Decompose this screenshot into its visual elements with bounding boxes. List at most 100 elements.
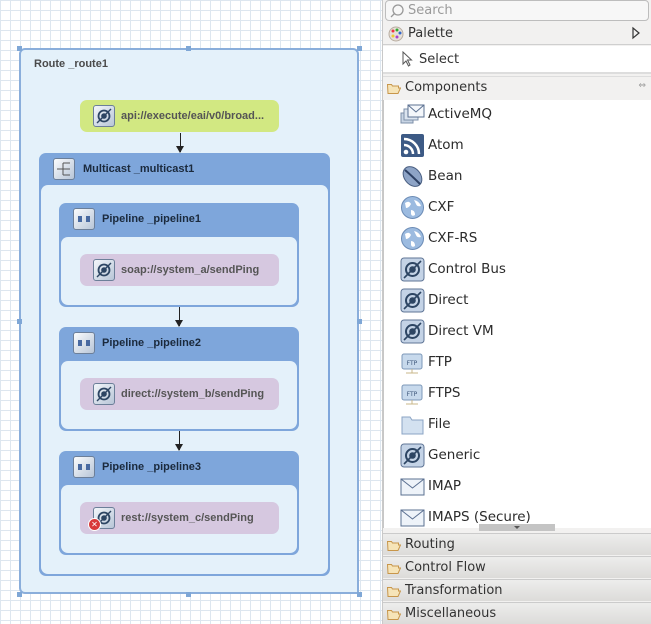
palette-item-control-bus[interactable]: Control Bus	[400, 255, 506, 283]
endpoint-icon	[400, 257, 425, 282]
pipeline-title: Pipeline _pipeline1	[102, 213, 202, 225]
drawer-label: Routing	[405, 537, 455, 552]
connection-arrow[interactable]	[175, 307, 183, 327]
folder-icon	[386, 586, 402, 597]
palette-item-label: Generic	[428, 447, 481, 463]
palette-item-label: IMAPS (Secure)	[428, 509, 531, 525]
pipeline-icon	[73, 456, 95, 478]
resize-handle[interactable]	[17, 592, 22, 597]
endpoint-icon	[400, 288, 425, 313]
palette-item-label: Direct VM	[428, 323, 494, 339]
palette-item-imap[interactable]: IMAP	[400, 472, 461, 500]
palette-item-ftps[interactable]: FTP FTPS	[400, 379, 460, 407]
resize-handle[interactable]	[186, 592, 191, 597]
palette-item-bean[interactable]: Bean	[400, 162, 462, 190]
resize-handle[interactable]	[186, 46, 191, 51]
palette-search[interactable]	[385, 0, 649, 21]
palette-item-file[interactable]: File	[400, 410, 451, 438]
drawer-label: Miscellaneous	[405, 606, 497, 621]
globe-icon	[400, 226, 425, 251]
bean-icon	[400, 164, 425, 189]
palette-panel: Palette Select Components ⇔ ActiveMQ Ato…	[382, 0, 651, 624]
activemq-icon	[400, 102, 425, 127]
palette-item-label: CXF	[428, 199, 455, 215]
from-endpoint-label: api://execute/eai/v0/broad...	[121, 110, 265, 122]
folder-icon	[386, 563, 402, 574]
drawer-components-label: Components	[405, 80, 488, 95]
multicast-title: Multicast _multicast1	[83, 163, 195, 175]
endpoint-label: rest://system_c/sendPing	[121, 512, 254, 524]
scroll-down-button[interactable]	[479, 524, 555, 531]
drawer-label: Control Flow	[405, 560, 486, 575]
palette-title: Palette	[408, 26, 454, 41]
route-title: Route _route1	[34, 58, 108, 70]
resize-handle[interactable]	[17, 46, 22, 51]
endpoint-icon	[400, 443, 425, 468]
endpoint-icon	[93, 383, 115, 405]
svg-text:FTP: FTP	[407, 360, 418, 367]
palette-item-generic[interactable]: Generic	[400, 441, 480, 469]
drawer-components[interactable]: Components ⇔	[383, 76, 651, 98]
palette-header[interactable]: Palette	[383, 23, 651, 45]
resize-handle[interactable]	[17, 319, 22, 324]
ftp-icon: FTP	[400, 350, 425, 375]
folder-open-icon	[386, 83, 402, 94]
palette-item-label: Control Bus	[428, 261, 506, 277]
palette-icon	[388, 26, 404, 41]
palette-item-ftp[interactable]: FTP FTP	[400, 348, 452, 376]
svg-text:FTP: FTP	[407, 391, 418, 398]
palette-item-label: IMAP	[428, 478, 462, 494]
atom-feed-icon	[400, 133, 425, 158]
select-tool[interactable]: Select	[383, 46, 651, 74]
palette-toggle-icon[interactable]	[632, 26, 640, 44]
resize-handle[interactable]	[357, 592, 362, 597]
folder-icon	[386, 540, 402, 551]
drawer-miscellaneous[interactable]: Miscellaneous	[383, 602, 651, 624]
cursor-arrow-icon	[402, 51, 413, 67]
palette-item-direct[interactable]: Direct	[400, 286, 468, 314]
palette-item-label: Bean	[428, 168, 463, 184]
pipeline-title: Pipeline _pipeline3	[102, 461, 202, 473]
folder-icon	[400, 412, 425, 437]
error-icon[interactable]: ✕	[88, 518, 101, 531]
palette-item-atom[interactable]: Atom	[400, 131, 464, 159]
pipeline-endpoint-node[interactable]: direct://system_b/sendPing	[80, 378, 279, 410]
endpoint-label: direct://system_b/sendPing	[121, 388, 265, 400]
search-icon	[390, 3, 404, 17]
endpoint-icon	[400, 319, 425, 344]
palette-item-direct-vm[interactable]: Direct VM	[400, 317, 494, 345]
palette-item-activemq[interactable]: ActiveMQ	[400, 100, 492, 128]
diagram-canvas[interactable]: Route _route1 api://execute/eai/v0/broad…	[0, 0, 382, 624]
multicast-icon	[53, 158, 75, 180]
pipeline-endpoint-node[interactable]: soap://system_a/sendPing	[80, 254, 279, 286]
from-endpoint-node[interactable]: api://execute/eai/v0/broad...	[80, 100, 279, 132]
resize-handle[interactable]	[357, 46, 362, 51]
components-list[interactable]: ActiveMQ Atom Bean CXF CXF-RS Control Bu…	[383, 100, 651, 528]
pin-icon[interactable]: ⇔	[638, 81, 646, 91]
drawer-routing[interactable]: Routing	[383, 533, 651, 555]
pipeline-icon	[73, 208, 95, 230]
mail-icon	[400, 505, 425, 529]
drawer-control-flow[interactable]: Control Flow	[383, 556, 651, 578]
connection-arrow[interactable]	[175, 431, 183, 451]
pipeline-endpoint-node[interactable]: rest://system_c/sendPing	[80, 502, 279, 534]
search-input[interactable]	[408, 3, 628, 18]
palette-item-label: FTP	[428, 354, 452, 370]
resize-handle[interactable]	[357, 319, 362, 324]
palette-item-label: File	[428, 416, 451, 432]
connection-arrow[interactable]	[176, 133, 184, 153]
palette-item-label: ActiveMQ	[428, 106, 493, 122]
palette-item-cxf-rs[interactable]: CXF-RS	[400, 224, 477, 252]
globe-icon	[400, 195, 425, 220]
ftp-icon: FTP	[400, 381, 425, 406]
endpoint-icon	[93, 259, 115, 281]
folder-icon	[386, 609, 402, 620]
endpoint-icon	[93, 105, 115, 127]
mail-icon	[400, 474, 425, 499]
palette-item-cxf[interactable]: CXF	[400, 193, 454, 221]
palette-item-label: Direct	[428, 292, 469, 308]
drawer-label: Transformation	[405, 583, 503, 598]
pipeline-title: Pipeline _pipeline2	[102, 337, 202, 349]
drawer-transformation[interactable]: Transformation	[383, 579, 651, 601]
palette-item-label: CXF-RS	[428, 230, 478, 246]
